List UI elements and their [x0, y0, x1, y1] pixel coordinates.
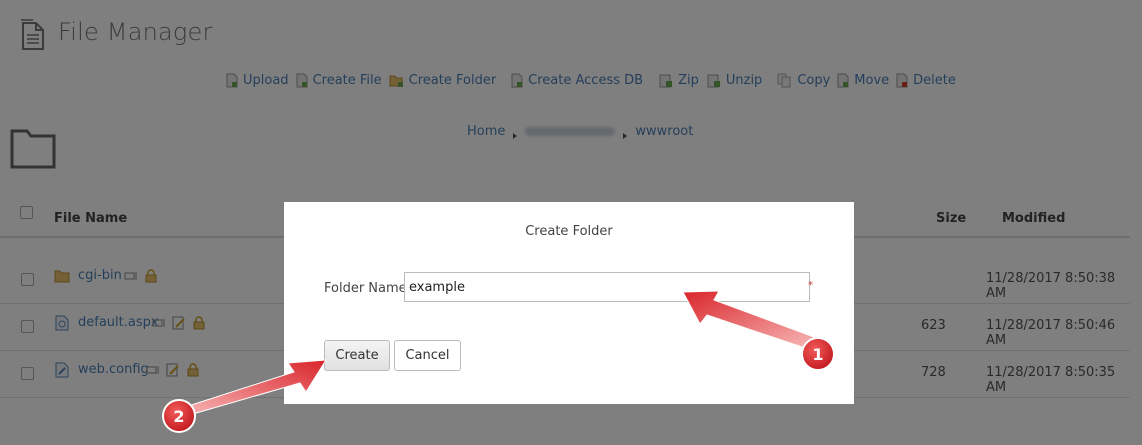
create-button[interactable]: Create — [324, 340, 390, 371]
dialog-title: Create Folder — [525, 224, 613, 239]
required-indicator: * — [808, 280, 813, 291]
file-manager-page: File Manager Upload Create File Create F… — [0, 0, 1142, 445]
folder-name-label: Folder Name: — [324, 281, 412, 296]
create-folder-dialog: Create Folder Folder Name: * Create Canc… — [284, 202, 854, 404]
folder-name-input[interactable] — [404, 272, 810, 302]
cancel-button[interactable]: Cancel — [394, 340, 461, 371]
